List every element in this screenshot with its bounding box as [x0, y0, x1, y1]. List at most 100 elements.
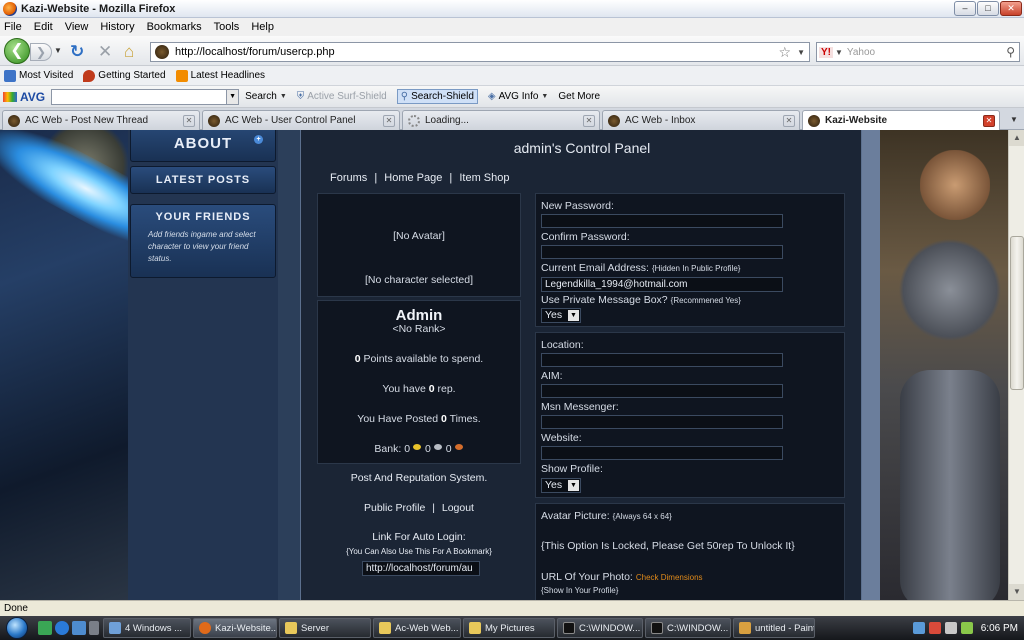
- menu-edit[interactable]: Edit: [34, 21, 53, 33]
- taskbar-button-label: untitled - Paint: [755, 622, 815, 634]
- page-scrollbar[interactable]: ▲ ▼: [1008, 130, 1024, 600]
- menu-help[interactable]: Help: [251, 21, 274, 33]
- tab-close-icon[interactable]: ✕: [583, 114, 595, 127]
- tray-app-icon[interactable]: [960, 622, 973, 634]
- search-engine-dropdown-icon[interactable]: ▼: [835, 48, 843, 57]
- menu-tools[interactable]: Tools: [214, 21, 240, 33]
- avg-logo[interactable]: AVG: [3, 90, 45, 104]
- taskbar-button-kazi-website[interactable]: Kazi-Website...: [193, 618, 277, 638]
- taskbar-button-cmd-2[interactable]: C:\WINDOW...: [645, 618, 731, 638]
- tab-close-icon[interactable]: ✕: [183, 114, 195, 127]
- history-dropdown-icon[interactable]: ▼: [54, 46, 62, 55]
- quick-launch: [38, 621, 99, 635]
- aim-field[interactable]: [541, 384, 783, 398]
- bookmark-latest-headlines[interactable]: Latest Headlines: [175, 69, 265, 82]
- pm-select[interactable]: Yes ▼: [541, 308, 581, 323]
- avatar-box: [No Avatar] [No character selected]: [317, 193, 521, 297]
- taskbar-button-server[interactable]: Server: [279, 618, 371, 638]
- search-icon[interactable]: ⚲: [1006, 45, 1015, 59]
- address-bar[interactable]: http://localhost/forum/usercp.php ☆ ▼: [150, 42, 810, 62]
- scroll-up-icon[interactable]: ▲: [1009, 130, 1024, 146]
- minimize-button[interactable]: –: [954, 1, 976, 16]
- avg-active-surf-shield[interactable]: ⛨ Active Surf-Shield: [297, 91, 387, 102]
- sidebar-about[interactable]: ABOUT +: [130, 130, 276, 162]
- logout-link[interactable]: Logout: [442, 502, 474, 514]
- close-button[interactable]: ✕: [1000, 1, 1022, 16]
- taskbar-button-cmd-1[interactable]: C:\WINDOW...: [557, 618, 643, 638]
- check-dimensions-link[interactable]: Check Dimensions: [636, 573, 703, 582]
- reload-icon[interactable]: ↻: [70, 43, 84, 60]
- menu-bookmarks[interactable]: Bookmarks: [147, 21, 202, 33]
- sidebar-your-friends[interactable]: YOUR FRIENDS Add friends ingame and sele…: [130, 204, 276, 278]
- confirm-password-field[interactable]: [541, 245, 783, 259]
- window-title-bar[interactable]: Kazi-Website - Mozilla Firefox – □ ✕: [0, 0, 1024, 18]
- list-all-tabs-icon[interactable]: ▼: [1006, 112, 1022, 128]
- menu-file[interactable]: File: [4, 21, 22, 33]
- url-text[interactable]: http://localhost/forum/usercp.php: [175, 46, 779, 58]
- tab-loading[interactable]: Loading... ✕: [402, 110, 600, 130]
- navigation-toolbar: ❮ ❯ ▼ ↻ ✕ ⌂ http://localhost/forum/userc…: [0, 36, 1024, 66]
- avg-info-button[interactable]: ◈ AVG Info ▼: [488, 91, 548, 102]
- new-password-field[interactable]: [541, 214, 783, 228]
- tab-inbox[interactable]: AC Web - Inbox ✕: [602, 110, 800, 130]
- sidebar-latest-posts[interactable]: LATEST POSTS: [130, 166, 276, 194]
- nav-link-home-page[interactable]: Home Page: [384, 172, 442, 184]
- start-button[interactable]: [0, 616, 34, 640]
- folder-icon: [285, 622, 297, 634]
- reputation-system-link[interactable]: Post And Reputation System.: [317, 472, 521, 484]
- email-field[interactable]: Legendkilla_1994@hotmail.com: [541, 277, 783, 292]
- yahoo-logo-icon[interactable]: Y!: [819, 46, 833, 58]
- avg-search-dropdown-icon[interactable]: ▼: [227, 88, 240, 105]
- tab-user-control-panel[interactable]: AC Web - User Control Panel ✕: [202, 110, 400, 130]
- nav-link-forums[interactable]: Forums: [330, 172, 367, 184]
- autologin-link-input[interactable]: http://localhost/forum/au: [362, 561, 480, 576]
- menu-view[interactable]: View: [65, 21, 89, 33]
- bookmark-getting-started[interactable]: Getting Started: [83, 69, 166, 82]
- nav-link-item-shop[interactable]: Item Shop: [459, 172, 509, 184]
- bookmark-most-visited[interactable]: Most Visited: [4, 69, 73, 82]
- taskbar-button-my-pictures[interactable]: My Pictures: [463, 618, 555, 638]
- contact-info-box: Location: AIM: Msn Messenger: Website: S…: [535, 332, 845, 498]
- tray-network-icon[interactable]: [912, 622, 925, 634]
- public-profile-link[interactable]: Public Profile: [364, 502, 425, 514]
- taskbar-button-windows[interactable]: 4 Windows ...: [103, 618, 191, 638]
- taskbar-clock[interactable]: 6:06 PM: [981, 623, 1018, 634]
- location-field[interactable]: [541, 353, 783, 367]
- menu-bar: File Edit View History Bookmarks Tools H…: [0, 18, 1024, 36]
- quick-launch-chevron-icon[interactable]: [89, 621, 99, 635]
- avg-search-button[interactable]: Search ▼: [245, 91, 287, 102]
- search-input[interactable]: Yahoo: [847, 47, 1006, 58]
- forward-button[interactable]: ❯: [30, 43, 52, 61]
- window-title: Kazi-Website - Mozilla Firefox: [21, 2, 176, 15]
- scroll-down-icon[interactable]: ▼: [1009, 584, 1024, 600]
- maximize-button[interactable]: □: [977, 1, 999, 16]
- search-box[interactable]: Y! ▼ Yahoo ⚲: [816, 42, 1020, 62]
- home-icon[interactable]: ⌂: [124, 43, 134, 60]
- tab-close-icon[interactable]: ✕: [983, 114, 995, 127]
- stop-icon[interactable]: ✕: [98, 43, 112, 60]
- quick-launch-app-icon[interactable]: [38, 621, 52, 635]
- tab-close-icon[interactable]: ✕: [783, 114, 795, 127]
- tab-kazi-website[interactable]: Kazi-Website ✕: [802, 110, 1000, 130]
- msn-field[interactable]: [541, 415, 783, 429]
- show-desktop-icon[interactable]: [72, 621, 86, 635]
- avg-search-shield[interactable]: ⚲ Search-Shield: [396, 89, 478, 104]
- avg-search-input[interactable]: [51, 88, 228, 105]
- back-button[interactable]: ❮: [4, 38, 30, 64]
- getting-started-icon: [83, 69, 96, 82]
- menu-history[interactable]: History: [100, 21, 134, 33]
- scrollbar-thumb[interactable]: [1010, 236, 1024, 390]
- show-profile-select[interactable]: Yes ▼: [541, 478, 581, 493]
- url-dropdown-icon[interactable]: ▼: [797, 48, 805, 57]
- taskbar-button-ac-web[interactable]: Ac-Web Web...: [373, 618, 461, 638]
- bookmark-star-icon[interactable]: ☆: [779, 44, 792, 61]
- internet-explorer-icon[interactable]: [55, 621, 69, 635]
- tray-volume-icon[interactable]: [944, 622, 957, 634]
- tab-close-icon[interactable]: ✕: [383, 114, 395, 127]
- bookmarks-toolbar: Most Visited Getting Started Latest Head…: [0, 66, 1024, 86]
- website-field[interactable]: [541, 446, 783, 460]
- taskbar-button-paint[interactable]: untitled - Paint: [733, 618, 815, 638]
- avg-get-more-button[interactable]: Get More: [558, 91, 600, 102]
- tab-post-new-thread[interactable]: AC Web - Post New Thread ✕: [2, 110, 200, 130]
- tray-antivirus-icon[interactable]: [928, 622, 941, 634]
